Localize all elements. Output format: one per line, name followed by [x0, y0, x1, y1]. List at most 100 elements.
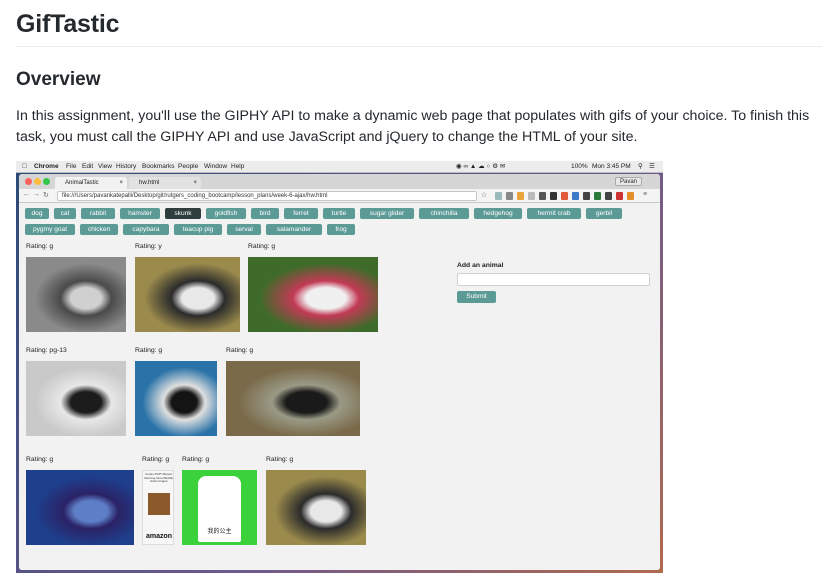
gif-rating-label: Rating: g	[248, 243, 276, 250]
animal-button[interactable]: cat	[54, 208, 76, 219]
tab-close-icon[interactable]: ×	[193, 177, 197, 189]
extension-icon[interactable]	[506, 192, 513, 200]
tab-label: AnimalTastic	[65, 180, 99, 186]
extension-icon[interactable]	[517, 192, 524, 200]
profile-button[interactable]: Pavan	[614, 177, 642, 186]
extension-icon[interactable]	[627, 192, 634, 200]
title-divider	[16, 46, 822, 47]
mac-menu-bar:  Chrome File Edit View History Bookmark…	[16, 161, 663, 173]
overview-heading: Overview	[16, 69, 101, 90]
gif-rating-label: Rating: g	[26, 243, 54, 250]
animal-button[interactable]: hermit crab	[527, 208, 581, 219]
extension-icon[interactable]	[550, 192, 557, 200]
animal-button[interactable]: bird	[251, 208, 279, 219]
apple-icon: 	[22, 161, 27, 173]
extension-icon[interactable]	[539, 192, 546, 200]
animal-button[interactable]: hedgehog	[474, 208, 522, 219]
search-icon: ⚲	[638, 163, 643, 170]
animal-button[interactable]: dog	[25, 208, 49, 219]
product-caption: Funko POP! Marvel: Dancing Groot Bobble …	[144, 472, 174, 484]
page-title: GifTastic	[16, 10, 120, 38]
extension-icon[interactable]	[583, 192, 590, 200]
animal-button[interactable]: sugar glider	[360, 208, 414, 219]
gif-rating-label: Rating: pg-13	[26, 347, 67, 354]
extension-icon[interactable]	[528, 192, 535, 200]
gif-image[interactable]: 我的公主	[182, 470, 257, 545]
gif-image[interactable]	[135, 361, 217, 436]
extension-icon[interactable]	[594, 192, 601, 200]
minimize-window-icon[interactable]	[34, 178, 41, 185]
address-bar[interactable]: file:///Users/pavankatepalli/Desktop/git…	[57, 191, 477, 201]
gif-rating-label: Rating: g	[26, 456, 54, 463]
animal-button[interactable]: hamster	[120, 208, 160, 219]
gif-rating-label: Rating: g	[226, 347, 254, 354]
toolbar: ← → ↻ file:///Users/pavankatepalli/Deskt…	[19, 189, 660, 203]
add-animal-label: Add an animal	[457, 262, 504, 269]
browser-window: AnimalTastic × hw.html × Pavan ← → ↻ file:…	[19, 174, 660, 570]
add-animal-input[interactable]	[457, 273, 650, 286]
animal-button[interactable]: frog	[327, 224, 355, 235]
status-icons: ◉ ∞ ▲ ☁ ○ ⚙ ✉	[456, 163, 506, 170]
animal-button[interactable]: goldfish	[206, 208, 246, 219]
tshirt-caption: 我的公主	[207, 529, 232, 535]
zoom-window-icon[interactable]	[43, 178, 50, 185]
menu-icon[interactable]: ≡	[643, 191, 647, 198]
gif-rating-label: Rating: g	[266, 456, 294, 463]
gif-image[interactable]	[135, 257, 240, 332]
gif-image[interactable]	[266, 470, 366, 545]
submit-button[interactable]: Submit	[457, 291, 496, 303]
back-icon[interactable]: ←	[23, 191, 30, 198]
extension-icon[interactable]	[572, 192, 579, 200]
gif-image[interactable]	[26, 470, 134, 545]
animal-button[interactable]: rabbit	[81, 208, 115, 219]
assignment-paragraph: In this assignment, you'll use the GIPHY…	[16, 108, 810, 145]
extension-icon[interactable]	[616, 192, 623, 200]
gif-rating-label: Rating: g	[135, 347, 163, 354]
animal-button[interactable]: chicken	[80, 224, 118, 235]
tab-animaltastic[interactable]: AnimalTastic ×	[55, 177, 127, 189]
menu-item: Help	[231, 163, 245, 170]
menu-item: History	[116, 163, 137, 170]
menu-item: Window	[204, 163, 228, 170]
animal-button[interactable]: skunk	[165, 208, 201, 219]
animal-button[interactable]: teacup pig	[174, 224, 222, 235]
app-screenshot:  Chrome File Edit View History Bookmark…	[16, 161, 663, 573]
menu-item: File	[66, 163, 77, 170]
bookmark-star-icon[interactable]: ☆	[481, 191, 487, 199]
menu-item: Edit	[82, 163, 94, 170]
animal-button[interactable]: capybara	[123, 224, 169, 235]
battery-label: 100%	[571, 163, 588, 170]
forward-icon[interactable]: →	[33, 191, 40, 198]
animal-button[interactable]: turtle	[323, 208, 355, 219]
animal-button[interactable]: ferret	[284, 208, 318, 219]
amazon-logo: amazon	[145, 533, 173, 540]
animal-button[interactable]: chinchilla	[419, 208, 469, 219]
menu-item: View	[98, 163, 112, 170]
gif-rating-label: Rating: g	[142, 456, 170, 463]
menu-app-name: Chrome	[34, 163, 59, 170]
gif-image[interactable]	[226, 361, 360, 436]
animal-button[interactable]: pygmy goat	[25, 224, 75, 235]
animal-button[interactable]: serval	[227, 224, 261, 235]
tab-close-icon[interactable]: ×	[119, 177, 123, 189]
gif-image[interactable]: Funko POP! Marvel: Dancing Groot Bobble …	[142, 470, 174, 545]
clock-label: Mon 3:45 PM	[592, 163, 631, 170]
tab-label: hw.html	[139, 180, 160, 186]
extension-icon[interactable]	[561, 192, 568, 200]
extension-icon[interactable]	[605, 192, 612, 200]
extension-icon[interactable]	[495, 192, 502, 200]
gif-image[interactable]	[26, 257, 126, 332]
menu-item: People	[178, 163, 199, 170]
tab-hw-html[interactable]: hw.html ×	[129, 177, 201, 189]
gif-image[interactable]	[26, 361, 126, 436]
gif-image[interactable]	[248, 257, 378, 332]
tab-strip: AnimalTastic × hw.html × Pavan	[19, 174, 660, 189]
reload-icon[interactable]: ↻	[43, 191, 49, 199]
product-box	[148, 493, 170, 515]
close-window-icon[interactable]	[25, 178, 32, 185]
menu-item: Bookmarks	[142, 163, 175, 170]
animal-button[interactable]: salamander	[266, 224, 322, 235]
giftastic-page: dog cat rabbit hamster skunk goldfish bird ferr…	[19, 204, 660, 570]
animal-button[interactable]: gerbil	[586, 208, 622, 219]
gif-rating-label: Rating: y	[135, 243, 162, 250]
